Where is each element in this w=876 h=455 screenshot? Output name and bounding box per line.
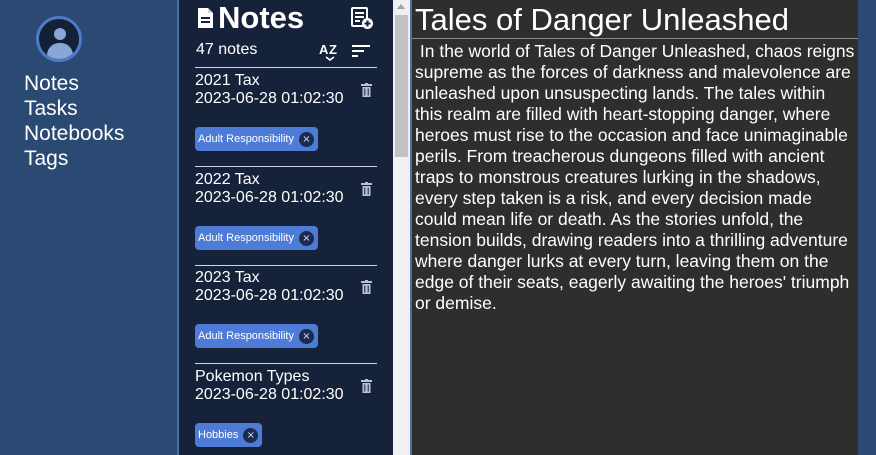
note-date: 2023-06-28 01:02:30 <box>195 386 344 403</box>
tag-chip[interactable]: Adult Responsibility × <box>195 324 318 348</box>
note-title-input[interactable]: Tales of Danger Unleashed <box>415 2 789 38</box>
new-note-icon[interactable] <box>350 6 374 30</box>
note-title: Pokemon Types <box>195 368 310 385</box>
tag-label: Adult Responsibility <box>198 133 294 145</box>
sidebar: Notes Tasks Notebooks Tags <box>0 0 177 455</box>
tag-chip[interactable]: Adult Responsibility × <box>195 127 318 151</box>
tag-label: Adult Responsibility <box>198 232 294 244</box>
scroll-up-arrow-icon[interactable] <box>397 4 405 9</box>
svg-text:Z: Z <box>329 42 337 57</box>
note-item[interactable]: Pokemon Types 2023-06-28 01:02:30 Hobbie… <box>195 364 377 455</box>
sort-lines-icon[interactable] <box>351 42 371 60</box>
note-title: 2023 Tax <box>195 269 260 286</box>
tag-remove-icon[interactable]: × <box>299 131 314 147</box>
note-body-textarea[interactable]: In the world of Tales of Danger Unleashe… <box>415 41 857 314</box>
tag-label: Adult Responsibility <box>198 330 294 342</box>
user-avatar-icon[interactable] <box>36 16 82 62</box>
sort-alphabetical-icon[interactable]: A Z <box>319 41 341 61</box>
notes-header: Notes <box>197 0 304 36</box>
sidebar-item-notes[interactable]: Notes <box>24 71 124 96</box>
sidebar-item-tags[interactable]: Tags <box>24 146 124 171</box>
trash-icon[interactable] <box>361 182 372 196</box>
note-date: 2023-06-28 01:02:30 <box>195 287 344 304</box>
sidebar-nav: Notes Tasks Notebooks Tags <box>24 71 124 171</box>
tag-remove-icon[interactable]: × <box>243 427 259 443</box>
tag-chip[interactable]: Hobbies × <box>195 423 263 447</box>
notes-scrollbar[interactable] <box>393 0 410 455</box>
notes-count: 47 notes <box>196 41 258 58</box>
window-edge <box>858 0 876 455</box>
note-item[interactable]: 2021 Tax 2023-06-28 01:02:30 Adult Respo… <box>195 68 377 167</box>
notes-title: Notes <box>218 0 305 35</box>
svg-text:A: A <box>319 42 329 57</box>
document-icon <box>198 8 213 28</box>
title-underline <box>412 38 858 39</box>
sidebar-item-notebooks[interactable]: Notebooks <box>24 121 124 146</box>
note-date: 2023-06-28 01:02:30 <box>195 189 344 206</box>
trash-icon[interactable] <box>361 379 372 393</box>
tag-remove-icon[interactable]: × <box>299 230 314 246</box>
trash-icon[interactable] <box>361 280 372 294</box>
notes-panel: Notes 47 notes A Z 2021 Tax 2023-06-28 0… <box>179 0 393 455</box>
sidebar-item-tasks[interactable]: Tasks <box>24 96 124 121</box>
note-title: 2022 Tax <box>195 171 260 188</box>
avatar-body-shape <box>47 43 73 59</box>
tag-remove-icon[interactable]: × <box>299 328 314 344</box>
note-title: 2021 Tax <box>195 72 260 89</box>
note-item[interactable]: 2023 Tax 2023-06-28 01:02:30 Adult Respo… <box>195 265 377 364</box>
avatar-head-shape <box>54 28 66 40</box>
note-item[interactable]: 2022 Tax 2023-06-28 01:02:30 Adult Respo… <box>195 167 377 266</box>
note-date: 2023-06-28 01:02:30 <box>195 90 344 107</box>
tag-chip[interactable]: Adult Responsibility × <box>195 226 318 250</box>
scrollbar-thumb[interactable] <box>395 15 408 157</box>
trash-icon[interactable] <box>361 83 372 97</box>
note-editor[interactable]: Tales of Danger Unleashed In the world o… <box>412 0 858 455</box>
tag-label: Hobbies <box>198 429 239 441</box>
